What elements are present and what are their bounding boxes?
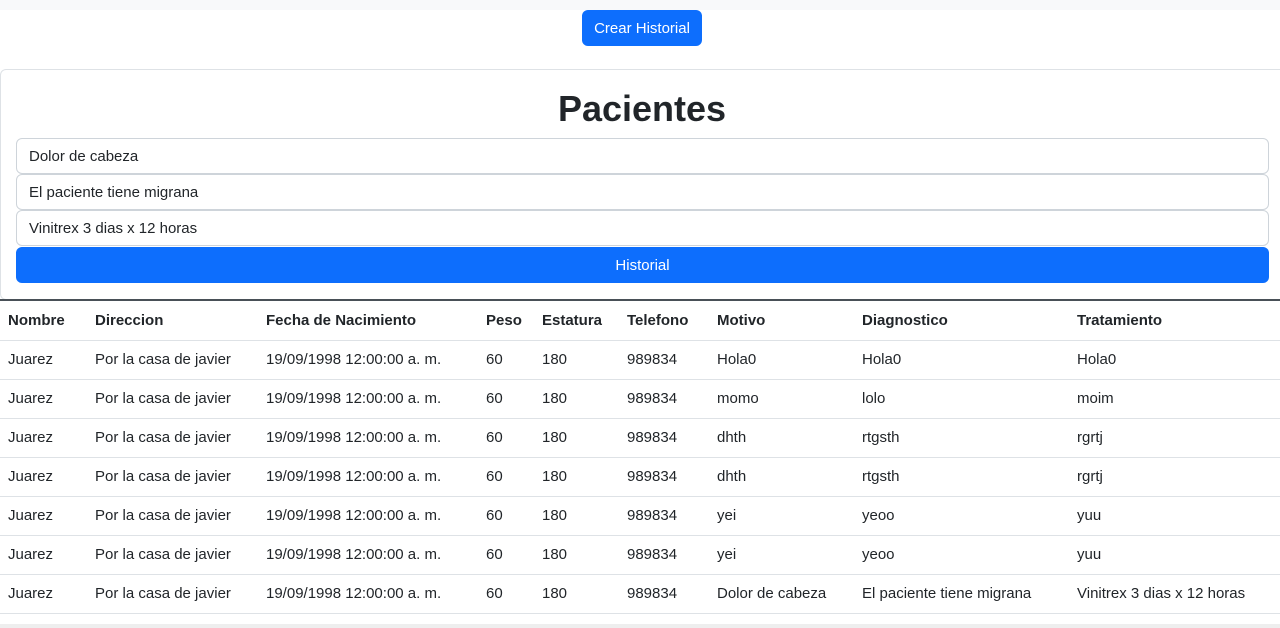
- cell-nombre: Juarez: [0, 340, 87, 380]
- cell-direccion: Por la casa de javier: [87, 379, 258, 419]
- table-row: Juarez Por la casa de javier 19/09/1998 12…: [0, 535, 1280, 575]
- cell-tratamiento: Hola0: [1069, 340, 1280, 380]
- bottom-divider: [0, 624, 1280, 628]
- cell-estatura: 180: [534, 457, 619, 497]
- cell-motivo: Hola0: [709, 340, 854, 380]
- cell-nombre: Juarez: [0, 535, 87, 575]
- crear-historial-button[interactable]: Crear Historial: [582, 10, 702, 46]
- top-navbar: [0, 0, 1280, 10]
- cell-estatura: 180: [534, 574, 619, 614]
- cell-diagnostico: rtgsth: [854, 418, 1069, 458]
- cell-diagnostico: El paciente tiene migrana: [854, 574, 1069, 614]
- cell-tratamiento: rgrtj: [1069, 418, 1280, 458]
- cell-diagnostico: yeoo: [854, 496, 1069, 536]
- cell-telefono: 989834: [619, 535, 709, 575]
- cell-fecha-nacimiento: 19/09/1998 12:00:00 a. m.: [258, 457, 478, 497]
- cell-estatura: 180: [534, 418, 619, 458]
- column-header-telefono: Telefono: [619, 299, 709, 341]
- cell-motivo: yei: [709, 496, 854, 536]
- cell-motivo: yei: [709, 535, 854, 575]
- cell-peso: 60: [478, 496, 534, 536]
- cell-direccion: Por la casa de javier: [87, 496, 258, 536]
- cell-tratamiento: rgrtj: [1069, 457, 1280, 497]
- cell-nombre: Juarez: [0, 496, 87, 536]
- column-header-tratamiento: Tratamiento: [1069, 299, 1280, 341]
- cell-fecha-nacimiento: 19/09/1998 12:00:00 a. m.: [258, 379, 478, 419]
- cell-diagnostico: rtgsth: [854, 457, 1069, 497]
- column-header-direccion: Direccion: [87, 299, 258, 341]
- cell-diagnostico: lolo: [854, 379, 1069, 419]
- cell-direccion: Por la casa de javier: [87, 340, 258, 380]
- cell-motivo: dhth: [709, 418, 854, 458]
- cell-nombre: Juarez: [0, 379, 87, 419]
- cell-tratamiento: yuu: [1069, 496, 1280, 536]
- cell-estatura: 180: [534, 496, 619, 536]
- cell-diagnostico: Hola0: [854, 340, 1069, 380]
- cell-peso: 60: [478, 535, 534, 575]
- cell-diagnostico: yeoo: [854, 535, 1069, 575]
- cell-fecha-nacimiento: 19/09/1998 12:00:00 a. m.: [258, 496, 478, 536]
- cell-tratamiento: Vinitrex 3 dias x 12 horas: [1069, 574, 1280, 614]
- table-row: Juarez Por la casa de javier 19/09/1998 12…: [0, 418, 1280, 458]
- cell-peso: 60: [478, 574, 534, 614]
- column-header-nombre: Nombre: [0, 299, 87, 341]
- cell-estatura: 180: [534, 535, 619, 575]
- column-header-peso: Peso: [478, 299, 534, 341]
- cell-nombre: Juarez: [0, 418, 87, 458]
- cell-tratamiento: moim: [1069, 379, 1280, 419]
- column-header-fecha-nacimiento: Fecha de Nacimiento: [258, 299, 478, 341]
- cell-direccion: Por la casa de javier: [87, 418, 258, 458]
- cell-peso: 60: [478, 418, 534, 458]
- table-row: Juarez Por la casa de javier 19/09/1998 12…: [0, 496, 1280, 536]
- cell-fecha-nacimiento: 19/09/1998 12:00:00 a. m.: [258, 340, 478, 380]
- cell-telefono: 989834: [619, 496, 709, 536]
- column-header-motivo: Motivo: [709, 299, 854, 341]
- cell-peso: 60: [478, 340, 534, 380]
- cell-estatura: 180: [534, 379, 619, 419]
- cell-direccion: Por la casa de javier: [87, 535, 258, 575]
- cell-fecha-nacimiento: 19/09/1998 12:00:00 a. m.: [258, 574, 478, 614]
- cell-telefono: 989834: [619, 340, 709, 380]
- cell-motivo: Dolor de cabeza: [709, 574, 854, 614]
- tratamiento-input[interactable]: [16, 210, 1269, 246]
- table-row: Juarez Por la casa de javier 19/09/1998 12…: [0, 379, 1280, 419]
- column-header-diagnostico: Diagnostico: [854, 299, 1069, 341]
- cell-peso: 60: [478, 457, 534, 497]
- cell-fecha-nacimiento: 19/09/1998 12:00:00 a. m.: [258, 535, 478, 575]
- diagnostico-input[interactable]: [16, 174, 1269, 210]
- page-title: Pacientes: [557, 88, 727, 129]
- cell-nombre: Juarez: [0, 457, 87, 497]
- cell-nombre: Juarez: [0, 574, 87, 614]
- patients-table: Nombre Direccion Fecha de Nacimiento Peso Es…: [0, 299, 1280, 614]
- historial-submit-button[interactable]: Historial: [16, 247, 1269, 283]
- table-row: Juarez Por la casa de javier 19/09/1998 12…: [0, 574, 1280, 614]
- cell-motivo: momo: [709, 379, 854, 419]
- table-row: Juarez Por la casa de javier 19/09/1998 12…: [0, 457, 1280, 497]
- cell-peso: 60: [478, 379, 534, 419]
- table-body: Juarez Por la casa de javier 19/09/1998 12…: [0, 340, 1280, 614]
- cell-motivo: dhth: [709, 457, 854, 497]
- cell-fecha-nacimiento: 19/09/1998 12:00:00 a. m.: [258, 418, 478, 458]
- patient-form-card: Pacientes Historial: [0, 69, 1280, 300]
- cell-direccion: Por la casa de javier: [87, 574, 258, 614]
- table-header-row: Nombre Direccion Fecha de Nacimiento Peso Es…: [0, 299, 1280, 341]
- cell-telefono: 989834: [619, 574, 709, 614]
- cell-telefono: 989834: [619, 418, 709, 458]
- cell-telefono: 989834: [619, 457, 709, 497]
- column-header-estatura: Estatura: [534, 299, 619, 341]
- motivo-input[interactable]: [16, 138, 1269, 174]
- cell-direccion: Por la casa de javier: [87, 457, 258, 497]
- table-row: Juarez Por la casa de javier 19/09/1998 12…: [0, 340, 1280, 380]
- cell-tratamiento: yuu: [1069, 535, 1280, 575]
- cell-estatura: 180: [534, 340, 619, 380]
- cell-telefono: 989834: [619, 379, 709, 419]
